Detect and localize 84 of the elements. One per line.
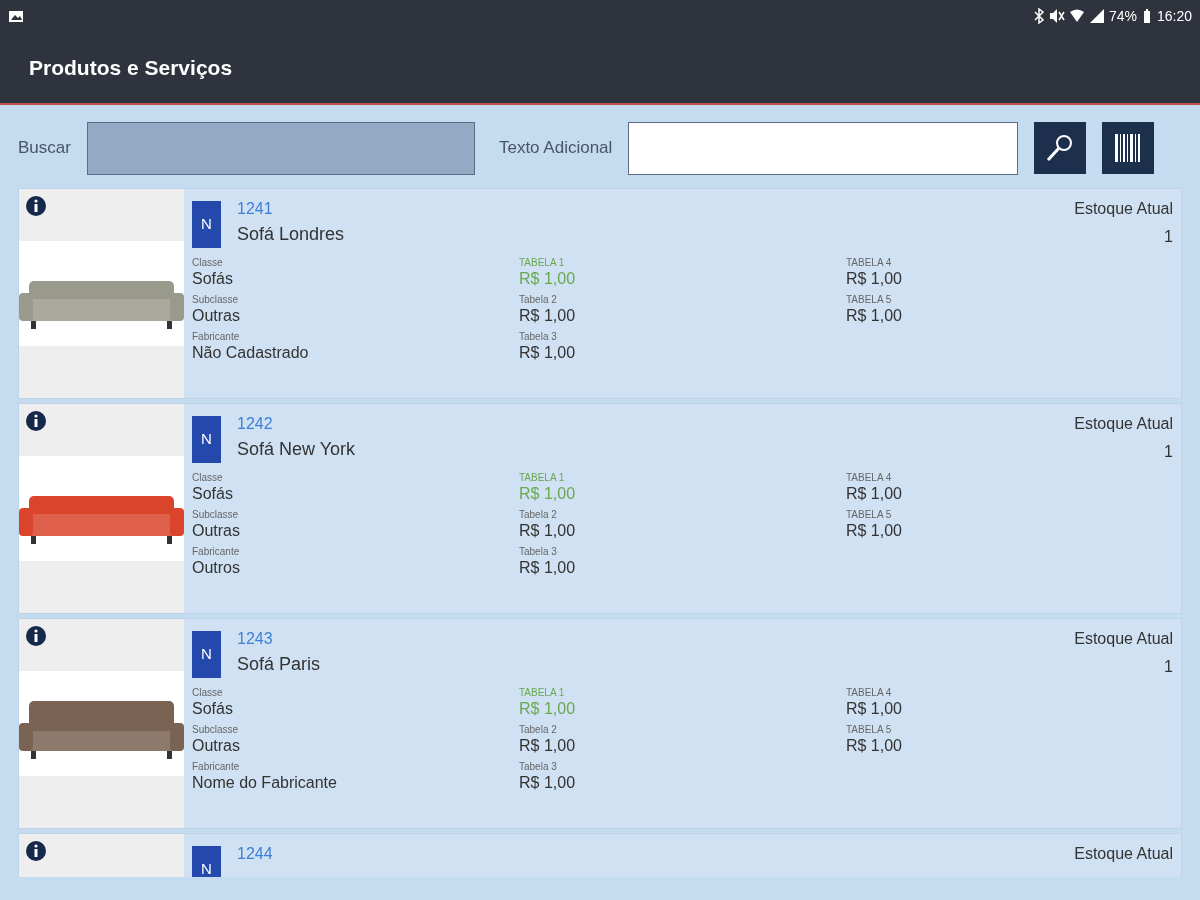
price-table-label: Tabela 2 xyxy=(519,723,558,736)
info-icon[interactable] xyxy=(26,841,46,861)
price-table-label: Tabela 2 xyxy=(519,508,558,521)
price-table-label: Tabela 3 xyxy=(519,545,558,558)
price-value: R$ 1,00 xyxy=(845,484,903,504)
price-table-label: Tabela 3 xyxy=(519,330,558,343)
bluetooth-icon xyxy=(1032,8,1045,24)
stock-label: Estoque Atual xyxy=(1074,414,1173,434)
product-code[interactable]: 1244 xyxy=(237,842,273,866)
search-button[interactable] xyxy=(1034,122,1087,174)
product-name: Sofá New York xyxy=(237,438,356,461)
price-table-label: TABELA 1 xyxy=(519,472,566,484)
price-value: R$ 1,00 xyxy=(845,699,903,719)
price-table-label: TABELA 1 xyxy=(519,687,566,699)
field-label: Fabricante xyxy=(192,760,241,773)
field-value: Outras xyxy=(192,305,241,326)
search-field[interactable] xyxy=(86,121,475,175)
price-table-label: TABELA 4 xyxy=(845,472,893,484)
field-value: Outras xyxy=(192,735,241,756)
price-value: R$ 1,00 xyxy=(845,305,903,326)
price-value: R$ 1,00 xyxy=(519,735,577,756)
field-label: Subclasse xyxy=(192,723,240,736)
field-label: Fabricante xyxy=(192,330,241,343)
field-label: Fabricante xyxy=(192,545,241,558)
price-table-label: Tabela 3 xyxy=(519,760,558,773)
clock: 16:20 xyxy=(1156,6,1192,26)
price-table-label: TABELA 4 xyxy=(845,687,893,699)
price-value: R$ 1,00 xyxy=(519,520,577,541)
product-code[interactable]: 1241 xyxy=(237,197,345,221)
price-value: R$ 1,00 xyxy=(845,520,903,541)
price-table-label: TABELA 5 xyxy=(845,293,893,306)
signal-icon xyxy=(1088,8,1105,24)
price-value: R$ 1,00 xyxy=(845,735,903,756)
stock-value: 1 xyxy=(1163,227,1173,247)
barcode-button[interactable] xyxy=(1102,122,1155,174)
field-value: Nome do Fabricante xyxy=(192,772,338,793)
product-code[interactable]: 1243 xyxy=(237,627,321,651)
price-value: R$ 1,00 xyxy=(519,484,577,504)
product-name: Sofá Paris xyxy=(237,653,321,676)
price-value: R$ 1,00 xyxy=(519,557,577,578)
field-value: Não Cadastrado xyxy=(192,342,310,363)
additional-text-label: Texto Adicional xyxy=(498,137,613,160)
stock-value: 1 xyxy=(1163,442,1173,462)
price-value: R$ 1,00 xyxy=(519,305,577,326)
field-label: Classe xyxy=(192,687,224,699)
status-badge: N xyxy=(192,631,221,678)
price-table-label: TABELA 1 xyxy=(519,257,566,269)
status-badge: N xyxy=(192,846,221,877)
info-icon[interactable] xyxy=(26,411,46,431)
price-table-label: TABELA 4 xyxy=(845,257,893,269)
field-label: Subclasse xyxy=(192,293,240,306)
product-code[interactable]: 1242 xyxy=(237,412,356,436)
app-title: Produtos e Serviços xyxy=(29,54,233,81)
field-value: Outros xyxy=(192,557,241,578)
stock-label: Estoque Atual xyxy=(1074,844,1173,864)
price-value: R$ 1,00 xyxy=(519,699,577,719)
stock-label: Estoque Atual xyxy=(1074,199,1173,219)
price-value: R$ 1,00 xyxy=(845,269,903,289)
mute-icon xyxy=(1048,8,1065,24)
status-badge: N xyxy=(192,416,221,463)
info-icon[interactable] xyxy=(26,196,46,216)
battery-percentage: 74% xyxy=(1108,6,1137,26)
wifi-icon xyxy=(1068,8,1085,24)
product-name: Sofá Londres xyxy=(237,223,345,246)
image-icon xyxy=(8,8,24,24)
field-label: Classe xyxy=(192,257,224,269)
field-value: Outras xyxy=(192,520,241,541)
field-value: Sofás xyxy=(192,269,234,289)
price-table-label: TABELA 5 xyxy=(845,723,893,736)
price-table-label: Tabela 2 xyxy=(519,293,558,306)
field-value: Sofás xyxy=(192,484,234,504)
price-table-label: TABELA 5 xyxy=(845,508,893,521)
price-value: R$ 1,00 xyxy=(519,772,577,793)
info-icon[interactable] xyxy=(26,626,46,646)
stock-label: Estoque Atual xyxy=(1074,629,1173,649)
field-label: Subclasse xyxy=(192,508,240,521)
price-value: R$ 1,00 xyxy=(519,342,577,363)
price-value: R$ 1,00 xyxy=(519,269,577,289)
field-label: Classe xyxy=(192,472,224,484)
additional-text-field[interactable] xyxy=(628,121,1019,175)
status-badge: N xyxy=(192,201,221,248)
search-label: Buscar xyxy=(18,137,71,160)
stock-value: 1 xyxy=(1163,657,1173,677)
field-value: Sofás xyxy=(192,699,234,719)
